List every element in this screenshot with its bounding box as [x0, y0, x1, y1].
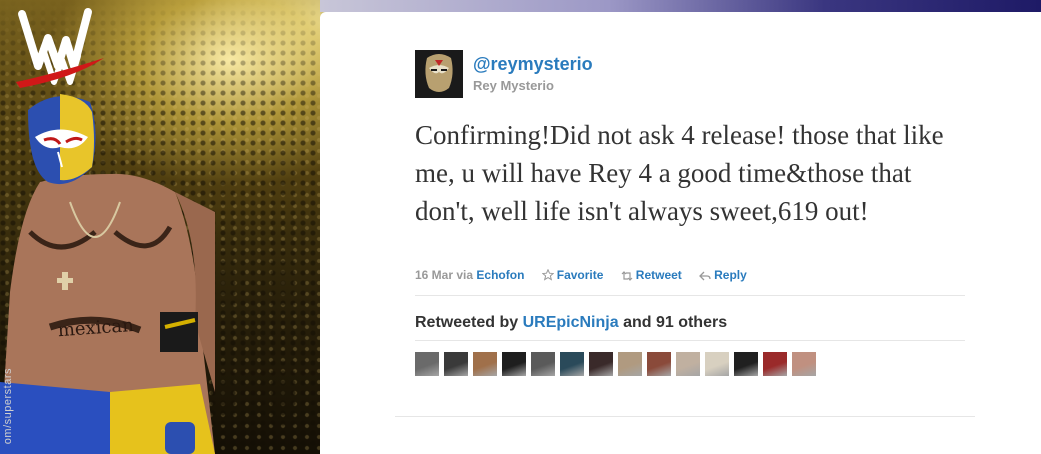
retweeter-link[interactable]: UREpicNinja — [523, 314, 619, 331]
reply-icon — [699, 271, 711, 281]
tweet-source-link[interactable]: Echofon — [476, 268, 524, 282]
favorite-label: Favorite — [556, 268, 604, 282]
retweeter-avatar[interactable] — [792, 352, 816, 376]
retweeter-avatar[interactable] — [589, 352, 613, 376]
reply-label: Reply — [714, 268, 747, 282]
star-icon — [541, 268, 555, 281]
divider — [415, 340, 965, 341]
retweeter-avatar[interactable] — [444, 352, 468, 376]
wwe-logo — [16, 8, 104, 88]
retweeted-by-prefix: Retweeted by — [415, 314, 519, 331]
retweeter-avatar[interactable] — [560, 352, 584, 376]
retweet-label: Retweet — [635, 268, 682, 282]
retweeter-avatar[interactable] — [734, 352, 758, 376]
retweeter-avatar[interactable] — [676, 352, 700, 376]
background-sky-strip — [320, 0, 1041, 12]
via-label: via — [456, 268, 474, 282]
retweeter-avatar[interactable] — [763, 352, 787, 376]
retweeter-avatar[interactable] — [502, 352, 526, 376]
retweeter-avatar[interactable] — [618, 352, 642, 376]
avatar-image — [415, 50, 463, 98]
divider — [415, 295, 965, 296]
tweet-meta: 16 Mar via Echofon Favorite Retweet Repl… — [415, 268, 747, 282]
retweet-icon — [621, 271, 633, 281]
image-credit: om/superstars — [2, 368, 14, 445]
avatar[interactable] — [415, 50, 463, 98]
tweet-author-name[interactable]: Rey Mysterio — [473, 78, 554, 93]
retweeter-avatar[interactable] — [473, 352, 497, 376]
divider — [395, 416, 975, 417]
wrestler-image: mexican — [0, 94, 215, 454]
retweeter-avatar[interactable] — [415, 352, 439, 376]
retweeted-by: Retweeted by UREpicNinja and 91 others — [415, 314, 727, 332]
retweeter-avatars — [415, 352, 816, 376]
tweet-date[interactable]: 16 Mar — [415, 268, 453, 282]
retweeter-avatar[interactable] — [705, 352, 729, 376]
tweet-text: Confirming!Did not ask 4 release! those … — [415, 120, 944, 226]
retweet-button[interactable]: Retweet — [621, 268, 682, 282]
retweeter-avatar[interactable] — [647, 352, 671, 376]
tweet-card: @reymysterio Rey Mysterio Confirming!Did… — [320, 12, 1041, 454]
tweet-handle[interactable]: @reymysterio — [473, 54, 593, 75]
favorite-button[interactable]: Favorite — [541, 268, 604, 282]
reply-button[interactable]: Reply — [699, 268, 747, 282]
retweeter-avatar[interactable] — [531, 352, 555, 376]
retweeted-by-suffix[interactable]: and 91 others — [623, 314, 727, 331]
